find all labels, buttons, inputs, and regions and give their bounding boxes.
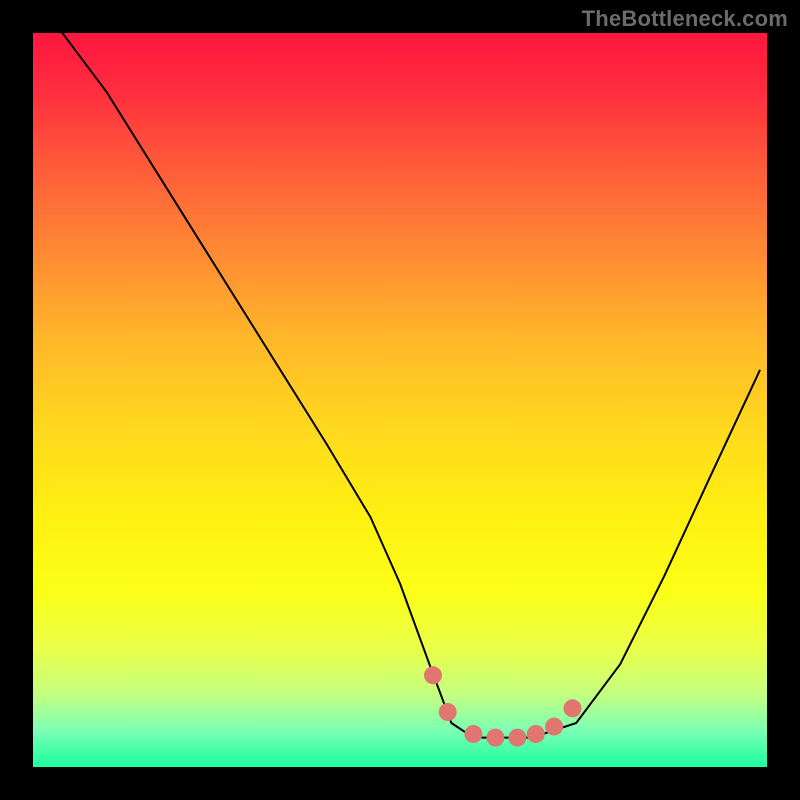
highlight-dot — [527, 725, 545, 743]
plot-area — [33, 33, 767, 767]
highlight-dot — [486, 729, 504, 747]
highlight-dot — [439, 703, 457, 721]
highlight-dot — [464, 725, 482, 743]
watermark-text: TheBottleneck.com — [582, 6, 788, 32]
highlight-dots — [424, 666, 582, 746]
chart-frame: TheBottleneck.com — [0, 0, 800, 800]
highlight-dot — [545, 718, 563, 736]
highlight-dot — [508, 729, 526, 747]
bottleneck-curve — [62, 33, 759, 738]
chart-svg — [33, 33, 767, 767]
highlight-dot — [424, 666, 442, 684]
highlight-dot — [564, 699, 582, 717]
